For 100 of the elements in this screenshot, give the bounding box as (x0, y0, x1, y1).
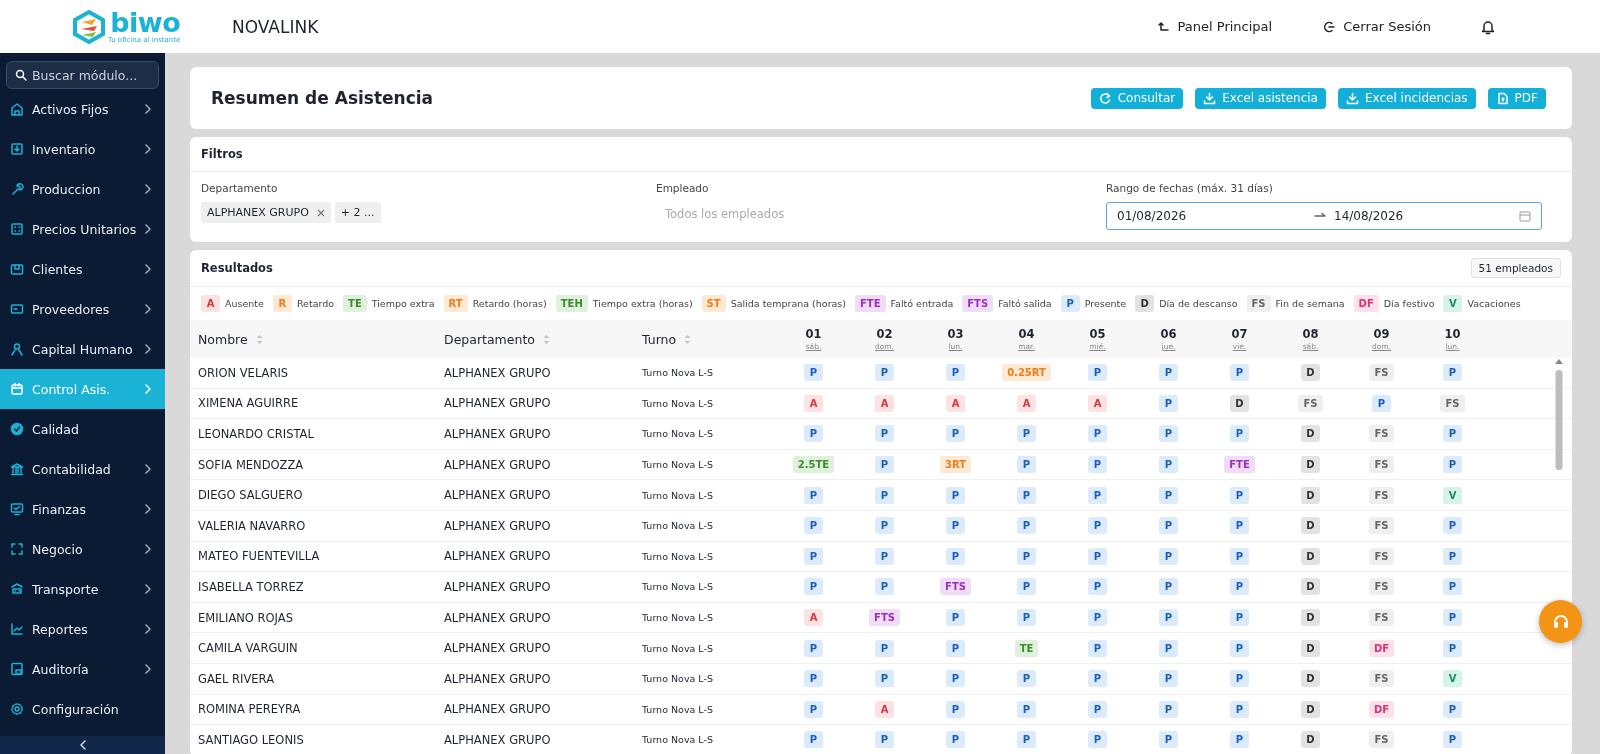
sort-icon[interactable] (684, 333, 692, 345)
status-badge: P (1017, 517, 1036, 535)
status-badge: P (1443, 517, 1462, 535)
status-badge: P (946, 425, 965, 443)
sidebar-item[interactable]: Precios Unitarios (0, 209, 165, 249)
notification-bell-icon[interactable] (1481, 18, 1495, 35)
status-badge: D (1301, 578, 1320, 596)
sidebar-item[interactable]: Calidad (0, 409, 165, 449)
employee-name: MATEO FUENTEVILLA (198, 549, 321, 564)
sidebar-item[interactable]: Finanzas (0, 489, 165, 529)
shift-cell-text: Turno Nova L-S (642, 489, 714, 501)
status-badge: D (1301, 517, 1320, 535)
status-badge: D (1301, 547, 1320, 565)
status-badge: P (804, 700, 823, 718)
status-badge: P (1230, 609, 1249, 627)
status-badge: P (1159, 547, 1178, 565)
department-cell-text: ALPHANEX GRUPO (444, 579, 552, 594)
status-badge: D (1301, 456, 1320, 474)
return-arrow-icon (1156, 20, 1170, 33)
sidebar-item[interactable]: Reportes (0, 609, 165, 649)
day-number: 09 (1373, 327, 1390, 341)
status-badge: P (946, 700, 965, 718)
legend-label: Día de descanso (1159, 298, 1238, 309)
sidebar-item[interactable]: Transporte (0, 569, 165, 609)
status-badge: P (1159, 731, 1178, 749)
sidebar-item[interactable]: Configuración (0, 689, 165, 729)
status-badge: FS (1369, 517, 1394, 535)
bank-icon (10, 462, 24, 476)
status-badge: P (804, 486, 823, 504)
dashboard-link[interactable]: Panel Principal (1156, 19, 1273, 34)
status-badge: P (1017, 425, 1036, 443)
status-badge: P (1443, 547, 1462, 565)
status-badge: A (875, 700, 894, 718)
status-badge: P (1443, 731, 1462, 749)
department-tag[interactable]: ALPHANEX GRUPO (201, 202, 331, 223)
sidebar-item[interactable]: Produccion (0, 169, 165, 209)
date-range-field[interactable]: 01/08/2026 14/08/2026 (1106, 202, 1542, 230)
sidebar-item[interactable]: Activos Fijos (0, 89, 165, 129)
column-header[interactable]: Nombre (198, 331, 248, 347)
legend-label: Retardo (horas) (472, 298, 547, 309)
sidebar-item[interactable]: Clientes (0, 249, 165, 289)
calendar-icon (1519, 210, 1531, 222)
status-badge: RT (443, 295, 468, 312)
employee-name: ISABELLA TORREZ (198, 579, 305, 594)
column-header[interactable]: Turno (642, 331, 677, 347)
status-badge: P (1443, 578, 1462, 596)
sidebar-item[interactable]: Auditoría (0, 649, 165, 689)
status-badge: P (1230, 700, 1249, 718)
status-badge: P (1017, 456, 1036, 474)
status-badge: P (1088, 609, 1107, 627)
logout-link[interactable]: Cerrar Sesión (1322, 19, 1431, 34)
status-badge: D (1230, 394, 1249, 412)
employee-name: ORION VELARIS (198, 365, 290, 380)
arrow-right-icon (1314, 212, 1326, 220)
status-badge: FS (1369, 486, 1394, 504)
status-badge: A (804, 609, 823, 627)
sidebar-item[interactable]: Negocio (0, 529, 165, 569)
sort-icon[interactable] (542, 333, 550, 345)
status-badge: P (1230, 731, 1249, 749)
status-badge: FS (1246, 295, 1271, 312)
employee-name: ROMINA PEREYRA (198, 702, 302, 717)
status-badge: D (1301, 609, 1320, 627)
status-badge: P (1443, 609, 1462, 627)
collapse-sidebar-button[interactable] (0, 736, 165, 754)
status-badge: D (1301, 364, 1320, 382)
shift-cell-text: Turno Nova L-S (642, 612, 714, 624)
sort-icon[interactable] (255, 333, 263, 345)
status-badge: 2.5TE (792, 456, 835, 474)
status-badge: P (1088, 578, 1107, 596)
column-header[interactable]: Departamento (444, 331, 535, 347)
status-badge: P (1088, 731, 1107, 749)
box-icon (10, 142, 24, 156)
sidebar-item[interactable]: Capital Humano (0, 329, 165, 369)
page-title: Resumen de Asistencia (211, 88, 435, 108)
legend-label: Faltó salida (998, 298, 1052, 309)
sidebar-item[interactable]: Inventario (0, 129, 165, 169)
close-icon[interactable] (316, 208, 325, 217)
status-badge: D (1135, 295, 1155, 312)
status-badge: P (804, 670, 823, 688)
module-search-field[interactable]: Buscar módulo... (6, 61, 159, 89)
status-badge: TE (1014, 639, 1039, 657)
status-badge: DF (1368, 639, 1395, 657)
sidebar-item[interactable]: Contabilidad (0, 449, 165, 489)
shift-cell-text: Turno Nova L-S (642, 397, 714, 409)
status-badge: FS (1369, 731, 1394, 749)
logout-icon (1322, 20, 1336, 33)
status-badge: P (1230, 578, 1249, 596)
status-badge: FTE (855, 295, 886, 312)
status-badge: P (804, 364, 823, 382)
status-badge: P (804, 517, 823, 535)
grid-icon (10, 222, 24, 236)
status-badge: TEH (555, 295, 588, 312)
status-badge: P (1230, 486, 1249, 504)
more-tags-chip[interactable]: + 2 ... (334, 202, 381, 223)
company-name: NOVALINK (232, 16, 320, 37)
sidebar-item[interactable]: Proveedores (0, 289, 165, 329)
status-badge: P (875, 456, 894, 474)
employee-name: SOFIA MENDOZZA (198, 457, 305, 472)
employee-count: 51 empleados (1470, 258, 1561, 278)
status-badge: V (1443, 670, 1462, 688)
